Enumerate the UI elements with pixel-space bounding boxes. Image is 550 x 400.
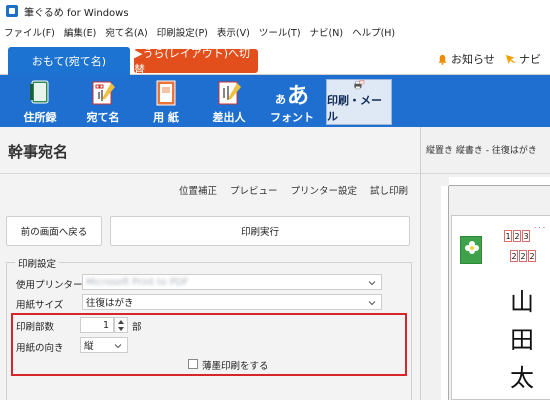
toolbar-print-mail-button[interactable]: 印刷・メール [326, 79, 392, 125]
page-title: 幹事宛名 [8, 143, 69, 161]
flower-icon [465, 241, 479, 254]
print-links: 位置補正 プレビュー プリンター設定 試し印刷 [166, 183, 408, 197]
toolbar-label: 差出人 [212, 111, 246, 124]
zip-digit: 3 [522, 230, 530, 242]
zip-digit: 2 [513, 230, 521, 242]
back-button[interactable]: 前の画面へ戻る [6, 216, 102, 246]
toolbar-label: 印刷・メール [327, 94, 382, 123]
print-settings-panel: 幹事宛名 位置補正 プレビュー プリンター設定 試し印刷 前の画面へ戻る 印刷実… [0, 127, 420, 400]
paper-size-value: 往復はがき [86, 298, 134, 309]
front-mode-tab[interactable]: おもて(宛て名) [8, 47, 130, 75]
menu-help[interactable]: ヘルプ(H) [352, 25, 395, 39]
app-icon [6, 5, 18, 17]
divider [421, 173, 550, 174]
name-char: 太 [510, 364, 534, 392]
postal-code-top: 1 2 3 [504, 230, 531, 242]
toolbar-paper-button[interactable]: 用 紙 [136, 79, 196, 125]
postcard-preview: · · · 1 2 3 2 2 2 山 田 太 [451, 215, 550, 400]
font-icon: あ あ [275, 79, 310, 109]
back-mode-switch-button[interactable]: ▶うら(レイアウト)へ切替 [134, 47, 258, 76]
preview-title: 縦置き 縦書き - 往復はがき [426, 146, 537, 156]
bell-icon [438, 54, 447, 65]
printer-mail-icon [354, 80, 365, 90]
toolbar-sender-button[interactable]: 差出人 [199, 79, 259, 125]
card-dots: · · · [534, 224, 546, 232]
toolbar-font-button[interactable]: あ あ フォント [262, 79, 322, 125]
cursor-icon [505, 54, 516, 64]
printer-value: Microsoft Print to PDF [86, 276, 189, 288]
main-toolbar: 住所録 宛て名 用 紙 差出人 あ あ フォント 印刷・メール [0, 75, 550, 127]
toolbar-address-book-button[interactable]: 住所録 [10, 79, 70, 125]
printer-select[interactable]: Microsoft Print to PDF [82, 274, 382, 290]
mode-bar: おもて(宛て名) ▶うら(レイアウト)へ切替 お知らせ ナビ [0, 41, 550, 76]
paper-size-label: 用紙サイズ [16, 300, 64, 311]
menu-edit[interactable]: 編集(E) [64, 25, 96, 39]
vertical-ruler [441, 186, 449, 400]
test-print-link[interactable]: 試し印刷 [370, 183, 408, 197]
group-title: 印刷設定 [15, 256, 60, 270]
preview-panel: 縦置き 縦書き - 往復はがき · · · 1 2 3 2 2 2 山 田 太 [420, 127, 550, 400]
menu-view[interactable]: 表示(V) [217, 25, 250, 39]
paper-size-select[interactable]: 往復はがき [82, 294, 382, 310]
paper-icon [156, 80, 176, 106]
zip-digit: 1 [504, 230, 512, 242]
postal-code-bottom: 2 2 2 [510, 250, 537, 262]
position-adjust-link[interactable]: 位置補正 [179, 183, 217, 197]
menu-file[interactable]: ファイル(F) [4, 25, 55, 39]
toolbar-label: フォント [270, 111, 314, 124]
window-title: 筆ぐるめ for Windows [24, 7, 129, 19]
navi-link[interactable]: ナビ [505, 50, 541, 68]
toolbar-address-button[interactable]: 宛て名 [73, 79, 133, 125]
menu-tools[interactable]: ツール(T) [259, 25, 301, 39]
menu-bar: ファイル(F) 編集(E) 宛て名(A) 印刷設定(P) 表示(V) ツール(T… [0, 22, 550, 41]
horizontal-ruler [449, 177, 550, 186]
notice-link[interactable]: お知らせ [437, 50, 495, 68]
menu-navi[interactable]: ナビ(N) [310, 25, 344, 39]
address-book-icon [30, 80, 49, 104]
name-char: 田 [510, 326, 534, 354]
chevron-down-icon [368, 301, 376, 306]
toolbar-label: 宛て名 [86, 111, 120, 124]
toolbar-label: 住所録 [23, 111, 57, 124]
notice-label: お知らせ [451, 53, 495, 66]
zip-digit: 2 [528, 250, 536, 262]
stamp-image [460, 236, 482, 264]
printer-settings-link[interactable]: プリンター設定 [290, 183, 357, 197]
divider [0, 173, 420, 174]
address-card-icon [92, 81, 115, 105]
sender-icon [218, 81, 241, 105]
name-char: 山 [510, 288, 534, 316]
navi-label: ナビ [519, 53, 541, 66]
menu-address[interactable]: 宛て名(A) [105, 25, 147, 39]
font-glyph-small: あ [275, 93, 286, 106]
zip-digit: 2 [519, 250, 527, 262]
toolbar-label: 用 紙 [153, 111, 179, 124]
preview-link[interactable]: プレビュー [230, 183, 278, 197]
chevron-down-icon [368, 281, 376, 286]
title-bar: 筆ぐるめ for Windows [0, 0, 550, 22]
menu-print-settings[interactable]: 印刷設定(P) [157, 25, 208, 39]
zip-digit: 2 [510, 250, 518, 262]
printer-label: 使用プリンター [16, 280, 83, 291]
font-glyph-large: あ [287, 83, 310, 109]
highlight-frame [11, 313, 407, 376]
print-run-button[interactable]: 印刷実行 [110, 216, 410, 246]
